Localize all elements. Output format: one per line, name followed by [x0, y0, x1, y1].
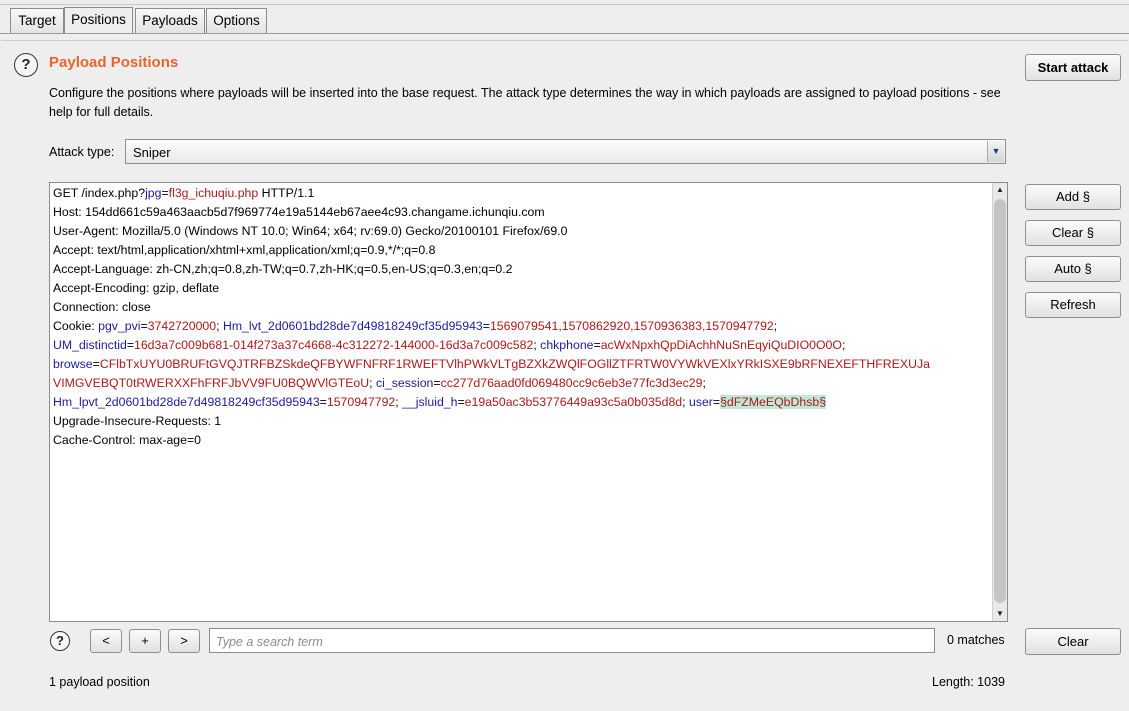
search-field[interactable]: [209, 628, 935, 653]
request-line[interactable]: Cache-Control: max-age=0: [53, 431, 991, 450]
request-text-span: Accept: text/html,application/xhtml+xml,…: [53, 243, 436, 257]
previous-match-button[interactable]: <: [90, 629, 122, 653]
request-text-span: ;: [702, 376, 706, 390]
editor-vertical-scrollbar[interactable]: ▲ ▼: [992, 183, 1007, 621]
request-text-span: Connection: close: [53, 300, 151, 314]
request-line[interactable]: browse=CFlbTxUYU0BRUFtGVQJTRFBZSkdeQFBYW…: [53, 355, 991, 374]
payload-marker: §dFZMeEQbDhsb§: [720, 395, 827, 409]
chevron-down-icon[interactable]: ▼: [987, 141, 1004, 162]
request-line[interactable]: Accept-Encoding: gzip, deflate: [53, 279, 991, 298]
section-description: Configure the positions where payloads w…: [49, 86, 1001, 119]
request-line[interactable]: Host: 154dd661c59a463aacb5d7f969774e19a5…: [53, 203, 991, 222]
request-text-span: Accept-Language: zh-CN,zh;q=0.8,zh-TW;q=…: [53, 262, 513, 276]
scroll-down-icon[interactable]: ▼: [993, 607, 1007, 621]
request-text-span: =: [161, 186, 169, 200]
tab-target[interactable]: Target: [10, 8, 64, 34]
attack-type-value: Sniper: [133, 145, 171, 160]
attack-type-label: Attack type:: [49, 145, 115, 159]
request-text-span: =: [126, 338, 134, 352]
param-value: CFlbTxUYU0BRUFtGVQJTRFBZSkdeQFBYWFNFRF1R…: [99, 357, 930, 371]
request-text-span: GET /index.php?: [53, 186, 146, 200]
tab-positions[interactable]: Positions: [64, 7, 133, 34]
tab-bar-top-border: [0, 4, 1129, 5]
request-line[interactable]: Cookie: pgv_pvi=3742720000; Hm_lvt_2d060…: [53, 317, 991, 336]
scrollbar-thumb[interactable]: [994, 199, 1006, 603]
param-name: pgv_pvi: [98, 319, 141, 333]
help-icon[interactable]: ?: [14, 53, 38, 77]
param-value: 1569079541,1570862920,1570936383,1570947…: [489, 319, 774, 333]
page-title: Payload Positions: [49, 54, 179, 71]
request-line[interactable]: GET /index.php?jpg=fl3g_ichuqiu.php HTTP…: [53, 184, 991, 203]
clear-markers-button[interactable]: Clear §: [1025, 220, 1121, 246]
param-name: ci_session: [375, 376, 434, 390]
attack-type-select[interactable]: Sniper ▼: [125, 139, 1006, 164]
request-line[interactable]: Upgrade-Insecure-Requests: 1: [53, 412, 991, 431]
request-line[interactable]: VIMGVEBQT0tRWERXXFhFRFJbVV9FU0BQWVlGTEoU…: [53, 374, 991, 393]
request-text-span: =: [482, 319, 490, 333]
tab-payloads[interactable]: Payloads: [135, 8, 205, 34]
request-line[interactable]: Accept-Language: zh-CN,zh;q=0.8,zh-TW;q=…: [53, 260, 991, 279]
request-text[interactable]: GET /index.php?jpg=fl3g_ichuqiu.php HTTP…: [53, 184, 991, 450]
request-line[interactable]: UM_distinctid=16d3a7c009b681-014f273a37c…: [53, 336, 991, 355]
request-text-span: =: [593, 338, 601, 352]
request-text-span: =: [92, 357, 100, 371]
payload-position-count: 1 payload position: [49, 675, 150, 689]
request-text-span: ;: [841, 338, 846, 352]
param-value: 3742720000: [147, 319, 217, 333]
request-line[interactable]: Hm_lpvt_2d0601bd28de7d49818249cf35d95943…: [53, 393, 991, 412]
request-line[interactable]: User-Agent: Mozilla/5.0 (Windows NT 10.0…: [53, 222, 991, 241]
param-value: VIMGVEBQT0tRWERXXFhFRFJbVV9FU0BQWVlGTEoU: [53, 376, 370, 390]
request-text-span: =: [457, 395, 465, 409]
auto-markers-button[interactable]: Auto §: [1025, 256, 1121, 282]
request-text-span: Upgrade-Insecure-Requests: 1: [53, 414, 222, 428]
param-value: e19a50ac3b53776449a93c5a0b035d8d: [464, 395, 683, 409]
param-name: browse: [53, 357, 93, 371]
param-name: Hm_lvt_2d0601bd28de7d49818249cf35d95943: [222, 319, 483, 333]
request-text-span: ;: [773, 319, 778, 333]
param-value: fl3g_ichuqiu.php: [168, 186, 259, 200]
request-editor[interactable]: GET /index.php?jpg=fl3g_ichuqiu.php HTTP…: [49, 182, 1008, 622]
param-name: user: [688, 395, 713, 409]
param-value: cc277d76aad0fd069480cc9c6eb3e77fc3d3ec29: [440, 376, 703, 390]
clear-search-button[interactable]: Clear: [1025, 628, 1121, 655]
tab-options[interactable]: Options: [206, 8, 267, 34]
request-text-span: ;: [216, 319, 223, 333]
request-text-span: ;: [369, 376, 376, 390]
add-search-button[interactable]: +: [129, 629, 161, 653]
request-length: Length: 1039: [932, 675, 1005, 689]
param-name: __jsluid_h: [402, 395, 458, 409]
tab-bar-bottom-border: [0, 33, 1129, 34]
start-attack-button[interactable]: Start attack: [1025, 54, 1121, 81]
request-line[interactable]: Accept: text/html,application/xhtml+xml,…: [53, 241, 991, 260]
scroll-up-icon[interactable]: ▲: [993, 183, 1007, 197]
param-name: Hm_lpvt_2d0601bd28de7d49818249cf35d95943: [53, 395, 320, 409]
match-count: 0 matches: [947, 633, 1005, 647]
request-text-span: User-Agent: Mozilla/5.0 (Windows NT 10.0…: [53, 224, 568, 238]
tab-bar: Target Positions Payloads Options: [0, 0, 1129, 34]
param-value: acWxNpxhQpDiAchhNuSnEqyiQuDIO0O0O: [600, 338, 842, 352]
search-input[interactable]: [214, 630, 918, 653]
request-text-span: Cache-Control: max-age=0: [53, 433, 201, 447]
param-value: 1570947792: [326, 395, 396, 409]
request-text-span: Accept-Encoding: gzip, deflate: [53, 281, 220, 295]
request-text-span: ;: [682, 395, 689, 409]
request-text-span: =: [433, 376, 441, 390]
param-name: chkphone: [540, 338, 594, 352]
search-help-icon[interactable]: ?: [50, 631, 70, 651]
param-value: 16d3a7c009b681-014f273a37c4668-4c312272-…: [134, 338, 534, 352]
add-marker-button[interactable]: Add §: [1025, 184, 1121, 210]
request-text-span: =: [319, 395, 327, 409]
refresh-button[interactable]: Refresh: [1025, 292, 1121, 318]
next-match-button[interactable]: >: [168, 629, 200, 653]
param-name: jpg: [145, 186, 162, 200]
param-name: UM_distinctid: [53, 338, 127, 352]
request-text-span: HTTP/1.1: [258, 186, 315, 200]
request-line[interactable]: Connection: close: [53, 298, 991, 317]
request-text-span: Host: 154dd661c59a463aacb5d7f969774e19a5…: [53, 205, 545, 219]
request-text-span: Cookie:: [53, 319, 99, 333]
request-text-span: =: [140, 319, 148, 333]
